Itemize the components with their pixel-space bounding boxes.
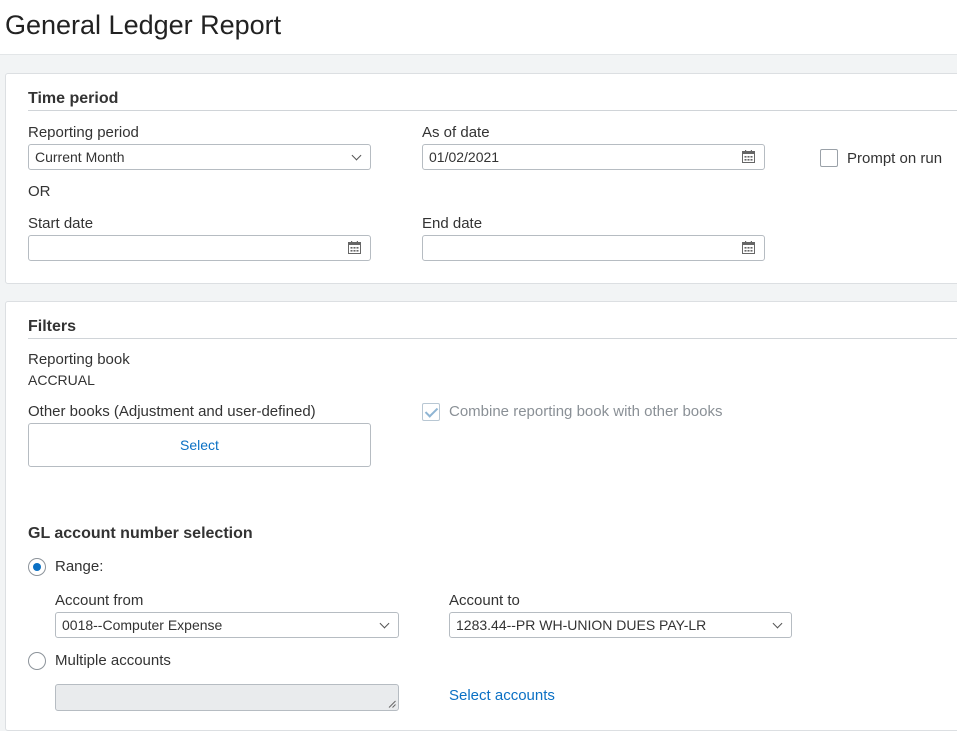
reporting-period-select[interactable]: Current Month [28,144,371,170]
resize-grip-icon[interactable] [388,700,396,708]
end-date-label: End date [422,215,483,232]
filters-title: Filters [28,318,77,335]
chevron-down-icon [351,150,362,161]
section-divider [28,338,957,339]
prompt-on-run-checkbox[interactable] [820,149,838,167]
account-from-label: Account from [55,592,144,609]
reporting-book-label: Reporting book [28,351,130,368]
gl-selection-title: GL account number selection [28,525,253,542]
reporting-period-label: Reporting period [28,124,139,141]
select-button-label: Select [180,437,219,453]
as-of-date-input[interactable]: 01/02/2021 [422,144,765,170]
combine-books-checkbox[interactable] [422,403,440,421]
chevron-down-icon [379,618,390,629]
or-label: OR [28,183,51,200]
page-title: General Ledger Report [5,10,282,40]
select-accounts-link[interactable]: Select accounts [449,687,555,704]
time-period-title: Time period [28,90,119,107]
account-to-value: 1283.44--PR WH-UNION DUES PAY-LR [456,617,707,633]
prompt-on-run-label: Prompt on run [847,150,943,167]
other-books-select-button[interactable]: Select [28,423,371,467]
chevron-down-icon [772,618,783,629]
time-period-panel: Time period Reporting period Current Mon… [5,73,957,284]
range-label: Range: [55,558,104,575]
multiple-accounts-label: Multiple accounts [55,652,171,669]
combine-books-label: Combine reporting book with other books [449,403,723,420]
account-to-select[interactable]: 1283.44--PR WH-UNION DUES PAY-LR [449,612,792,638]
end-date-input[interactable] [422,235,765,261]
multiple-accounts-textarea[interactable] [55,684,399,711]
calendar-icon[interactable] [742,150,755,163]
range-radio[interactable] [28,558,46,576]
check-icon [424,404,439,418]
reporting-book-value: ACCRUAL [28,372,95,388]
calendar-icon[interactable] [348,241,361,254]
section-divider [28,110,957,111]
account-from-value: 0018--Computer Expense [62,617,223,633]
as-of-date-label: As of date [422,124,490,141]
multiple-accounts-radio[interactable] [28,652,46,670]
account-to-label: Account to [449,592,520,609]
reporting-period-value: Current Month [35,149,125,165]
filters-panel: Filters Reporting book ACCRUAL Other boo… [5,301,957,731]
start-date-label: Start date [28,215,94,232]
other-books-label: Other books (Adjustment and user-defined… [28,403,316,420]
as-of-date-value: 01/02/2021 [429,149,500,165]
start-date-input[interactable] [28,235,371,261]
account-from-select[interactable]: 0018--Computer Expense [55,612,399,638]
calendar-icon[interactable] [742,241,755,254]
radio-dot [33,563,41,571]
